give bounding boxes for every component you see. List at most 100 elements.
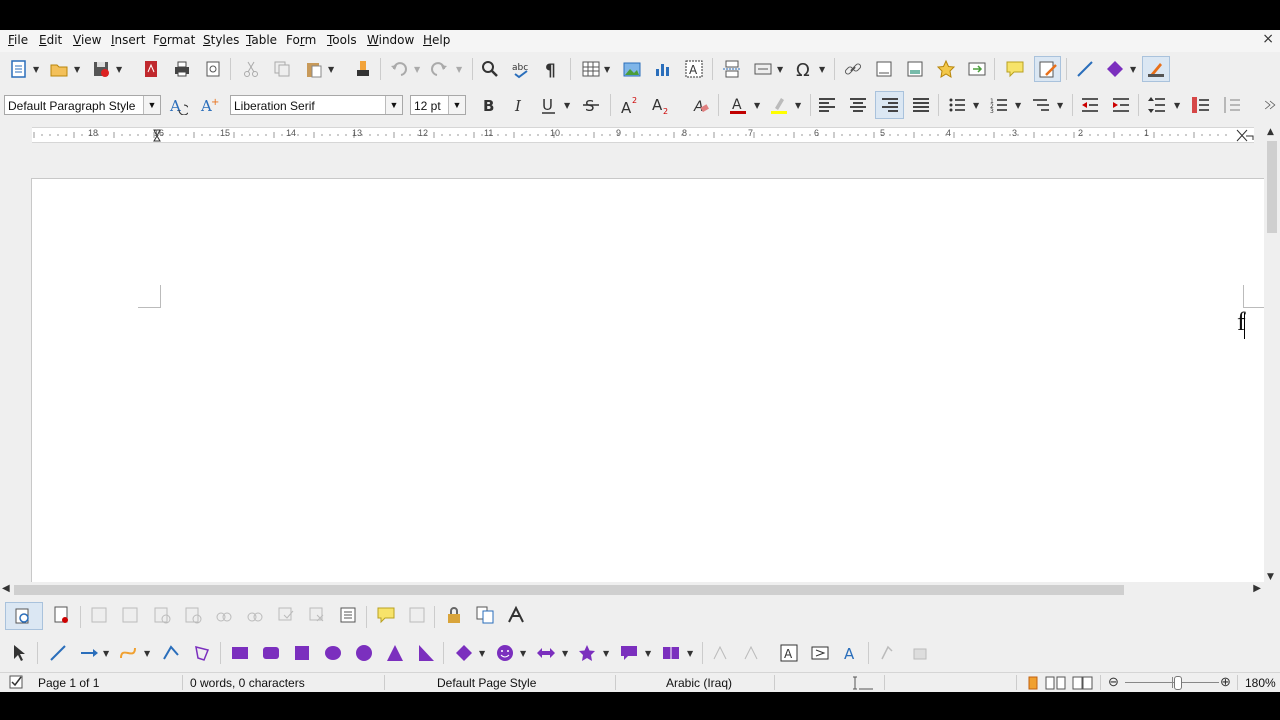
align-left-icon[interactable] [816,94,838,116]
paste-dropdown-icon[interactable]: ▼ [328,65,334,74]
curve-icon[interactable] [117,642,139,664]
highlight-color-icon[interactable] [768,94,790,116]
accept-all-tracked-icon[interactable] [275,604,297,626]
insert-callout-text-icon[interactable] [809,642,831,664]
more-options-icon[interactable] [1262,94,1278,116]
select-pointer-icon[interactable] [8,642,30,664]
insert-comment-icon[interactable] [375,604,397,626]
chevron-down-icon[interactable]: ▼ [448,96,465,114]
insert-field-icon[interactable] [752,58,774,80]
rectangle-icon[interactable] [229,642,251,664]
document-modified-icon[interactable] [8,674,24,690]
vertical-scroll-thumb[interactable] [1267,141,1277,233]
reject-all-icon[interactable] [244,604,266,626]
square-icon[interactable] [291,642,313,664]
decrease-indent-icon[interactable] [1079,94,1101,116]
open-dropdown-icon[interactable]: ▼ [74,65,80,74]
insert-hyperlink-icon[interactable] [842,58,864,80]
cut-icon[interactable] [240,58,262,80]
bold-icon[interactable]: B [478,94,500,116]
underline-icon[interactable]: U [538,94,560,116]
font-color-icon[interactable]: A [727,94,749,116]
open-folder-icon[interactable] [48,58,70,80]
line-spacing-dropdown-icon[interactable]: ▼ [1174,101,1180,110]
page[interactable]: f [31,178,1264,582]
accept-change-icon[interactable] [151,604,173,626]
symbol-shapes-icon[interactable] [494,642,516,664]
scroll-right-icon[interactable]: ▶ [1253,583,1261,594]
multi-page-view-icon[interactable] [1045,675,1067,692]
points-edit-icon[interactable] [709,642,731,664]
redo-dropdown-icon[interactable]: ▼ [456,65,462,74]
superscript-icon[interactable]: A2 [619,94,641,116]
update-style-icon[interactable]: A [167,94,189,116]
new-style-icon[interactable]: A + [198,94,220,116]
align-right-icon[interactable] [875,91,904,119]
strikethrough-icon[interactable]: S [580,94,602,116]
menu-edit[interactable]: Edit [39,33,62,47]
italic-icon[interactable]: I [508,94,530,116]
toggle-extrusion-icon[interactable] [876,642,898,664]
insert-line-icon[interactable] [1074,58,1096,80]
stars-icon[interactable] [576,642,598,664]
new-document-icon[interactable] [8,58,30,80]
insert-mode-icon[interactable] [851,675,875,692]
paragraph-style-combo[interactable]: Default Paragraph Style ▼ [4,95,161,115]
insert-footnote-icon[interactable] [873,58,895,80]
copy-icon[interactable] [271,58,293,80]
book-view-icon[interactable] [1072,675,1094,692]
redo-icon[interactable] [428,58,450,80]
circle-icon[interactable] [353,642,375,664]
next-change-icon[interactable] [119,604,141,626]
highlight-dropdown-icon[interactable]: ▼ [795,101,801,110]
show-draw-functions-icon[interactable] [1142,56,1170,82]
increase-paragraph-spacing-icon[interactable] [1190,94,1212,116]
protect-changes-icon[interactable] [443,604,465,626]
insert-page-break-icon[interactable] [721,58,743,80]
spelling-icon[interactable]: abc [510,58,532,80]
special-character-icon[interactable]: Ω [793,58,815,80]
insert-bookmark-icon[interactable] [935,58,957,80]
menu-insert[interactable]: Insert [111,33,145,47]
manage-changes-icon[interactable] [337,604,359,626]
single-page-view-icon[interactable] [1025,675,1041,692]
previous-change-icon[interactable] [88,604,110,626]
clone-formatting-icon[interactable] [352,58,374,80]
find-replace-icon[interactable] [479,58,501,80]
word-count[interactable]: 0 words, 0 characters [190,676,305,690]
rounded-rectangle-icon[interactable] [260,642,282,664]
justify-icon[interactable] [910,94,932,116]
curve-dropdown-icon[interactable]: ▼ [144,649,150,658]
outline-list-icon[interactable] [1030,94,1052,116]
new-dropdown-icon[interactable]: ▼ [33,65,39,74]
menu-file[interactable]: File [8,33,28,47]
menu-tools[interactable]: Tools [327,33,357,47]
merge-document-icon[interactable] [505,604,527,626]
menu-help[interactable]: Help [423,33,450,47]
unordered-list-icon[interactable] [946,94,968,116]
horizontal-ruler[interactable]: 18 16 15 14 13 12 11 10 9 8 7 6 5 4 3 2 1 [32,127,1254,143]
decrease-paragraph-spacing-icon[interactable] [1221,94,1243,116]
flowchart-icon[interactable] [660,642,682,664]
font-name-combo[interactable]: Liberation Serif ▼ [230,95,403,115]
subscript-icon[interactable]: A2 [650,94,672,116]
ellipse-icon[interactable] [322,642,344,664]
clear-formatting-icon[interactable]: A [690,94,712,116]
close-document-icon[interactable]: × [1262,31,1274,47]
insert-image-icon[interactable] [621,58,643,80]
menu-form[interactable]: Form [286,33,316,47]
unordered-list-dropdown-icon[interactable]: ▼ [973,101,979,110]
reject-all-tracked-icon[interactable] [306,604,328,626]
paste-icon[interactable] [303,58,325,80]
comment-disabled-icon[interactable] [406,604,428,626]
font-color-dropdown-icon[interactable]: ▼ [754,101,760,110]
field-dropdown-icon[interactable]: ▼ [777,65,783,74]
line-spacing-icon[interactable] [1146,94,1168,116]
special-char-dropdown-icon[interactable]: ▼ [819,65,825,74]
save-icon[interactable] [90,58,112,80]
draw-line-icon[interactable] [47,642,69,664]
font-size-combo[interactable]: 12 pt ▼ [410,95,466,115]
chevron-down-icon[interactable]: ▼ [385,96,402,114]
print-preview-icon[interactable] [202,58,224,80]
compare-document-icon[interactable] [474,604,496,626]
